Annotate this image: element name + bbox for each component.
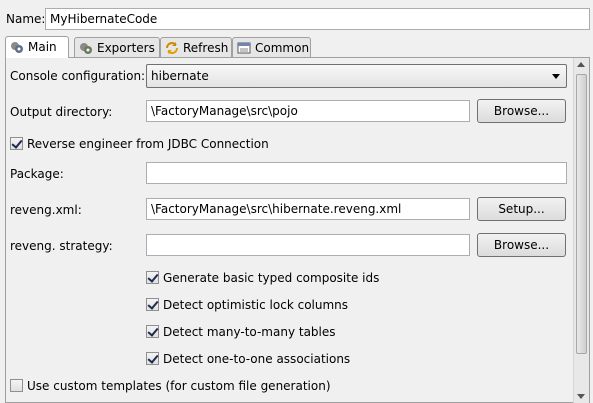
tab-refresh-label: Refresh	[183, 41, 229, 55]
tab-refresh[interactable]: Refresh	[160, 37, 232, 58]
many-to-many-checkbox[interactable]	[146, 325, 159, 338]
tab-common[interactable]: Common	[232, 37, 311, 58]
package-label: Package:	[10, 167, 64, 181]
reveng-xml-label: reveng.xml:	[10, 203, 82, 217]
chevron-down-icon	[552, 74, 560, 79]
reveng-xml-setup-button[interactable]: Setup...	[477, 197, 566, 221]
package-input[interactable]	[146, 162, 567, 184]
scroll-down-arrow-icon[interactable]	[577, 394, 585, 399]
scrollbar-thumb[interactable]	[576, 74, 587, 354]
vertical-scrollbar[interactable]	[573, 58, 589, 403]
optimistic-lock-label: Detect optimistic lock columns	[163, 298, 349, 312]
output-directory-label: Output directory:	[10, 105, 113, 119]
name-label: Name:	[6, 12, 46, 26]
console-configuration-select[interactable]: hibernate	[146, 64, 567, 88]
reveng-strategy-label: reveng. strategy:	[10, 239, 113, 253]
output-directory-input[interactable]: \FactoryManage\src\pojo	[146, 100, 470, 122]
tab-main-label: Main	[28, 40, 57, 54]
composite-ids-label: Generate basic typed composite ids	[163, 271, 380, 285]
reveng-strategy-browse-button[interactable]: Browse...	[477, 233, 566, 257]
reverse-engineer-checkbox[interactable]	[10, 137, 23, 150]
console-configuration-value: hibernate	[151, 69, 209, 83]
tab-common-label: Common	[255, 41, 310, 55]
optimistic-lock-checkbox[interactable]	[146, 298, 159, 311]
exporters-icon	[79, 41, 93, 55]
reveng-xml-input[interactable]: \FactoryManage\src\hibernate.reveng.xml	[146, 198, 470, 220]
tab-main[interactable]: Main	[5, 36, 69, 58]
composite-ids-checkbox[interactable]	[146, 271, 159, 284]
name-input[interactable]: MyHibernateCode	[45, 8, 590, 30]
refresh-icon	[165, 41, 179, 55]
reverse-engineer-label: Reverse engineer from JDBC Connection	[27, 137, 269, 151]
common-icon	[237, 41, 251, 55]
custom-templates-label: Use custom templates (for custom file ge…	[27, 379, 331, 393]
console-configuration-label: Console configuration:	[10, 69, 146, 83]
one-to-one-checkbox[interactable]	[146, 352, 159, 365]
output-directory-browse-button[interactable]: Browse...	[477, 99, 566, 123]
many-to-many-label: Detect many-to-many tables	[163, 325, 336, 339]
tab-exporters[interactable]: Exporters	[74, 37, 160, 58]
tab-exporters-label: Exporters	[97, 41, 155, 55]
custom-templates-checkbox[interactable]	[10, 379, 23, 392]
main-icon	[10, 40, 24, 54]
one-to-one-label: Detect one-to-one associations	[163, 352, 351, 366]
reveng-strategy-input[interactable]	[146, 234, 470, 256]
scroll-up-arrow-icon[interactable]	[577, 62, 585, 67]
